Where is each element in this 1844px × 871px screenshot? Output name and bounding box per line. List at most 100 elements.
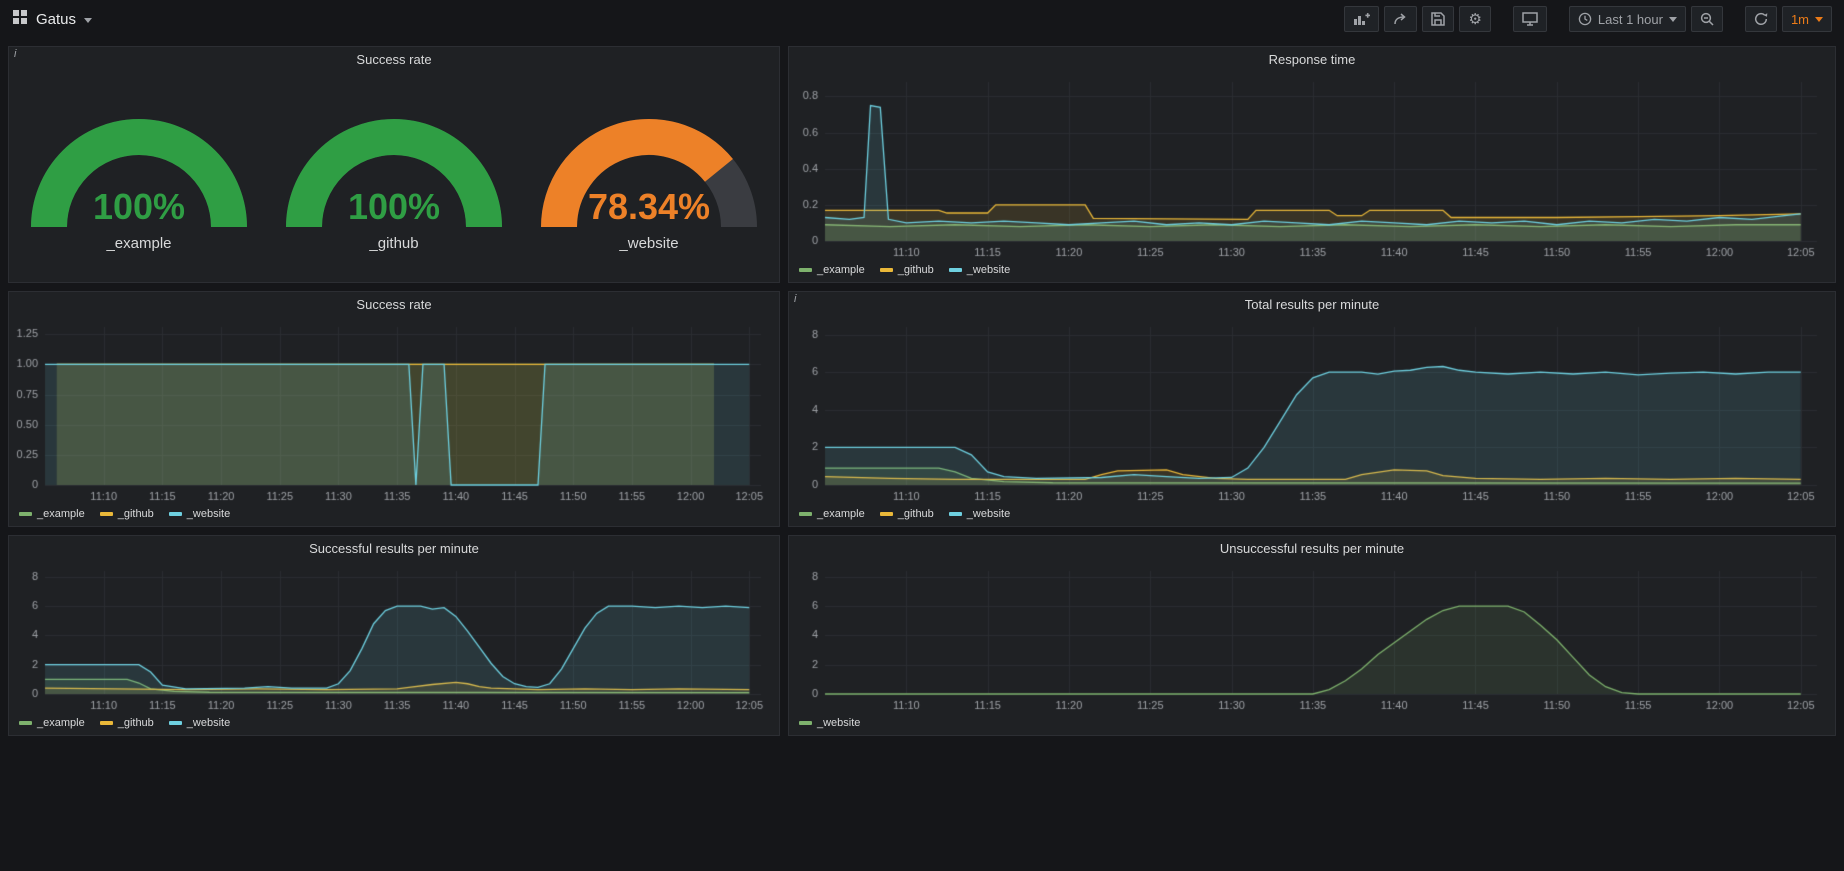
gauge-arc: 100%	[269, 99, 519, 230]
legend-series-icon	[799, 268, 812, 272]
legend-item-website[interactable]: _website	[169, 508, 230, 520]
settings-button[interactable]: ⚙	[1459, 6, 1490, 32]
info-corner-icon[interactable]: i	[14, 48, 16, 60]
legend-series-icon	[799, 721, 812, 725]
panel-title[interactable]: Successful results per minute	[9, 536, 779, 561]
legend-series-icon	[949, 268, 962, 272]
legend-series-label: _github	[118, 717, 154, 729]
time-range-picker[interactable]: Last 1 hour	[1569, 6, 1686, 32]
nav-left: Gatus	[12, 9, 92, 30]
share-button[interactable]	[1384, 6, 1417, 32]
legend-series-icon	[169, 512, 182, 516]
gauge-title: _example	[106, 235, 171, 252]
gauge-arc: 100%	[14, 99, 264, 230]
save-icon	[1431, 12, 1445, 26]
chart-area	[9, 317, 779, 507]
legend-item-example[interactable]: _example	[799, 508, 865, 520]
add-panel-button[interactable]	[1344, 6, 1379, 32]
legend: _example _github _website	[9, 507, 779, 526]
panel-response-time: Response time _example _github _website	[788, 46, 1836, 283]
refresh-interval-picker[interactable]: 1m	[1782, 6, 1832, 32]
legend-series-label: _website	[967, 508, 1010, 520]
legend-item-github[interactable]: _github	[880, 508, 934, 520]
panel-total-results: i Total results per minute _example _gith…	[788, 291, 1836, 527]
legend-item-example[interactable]: _example	[799, 264, 865, 276]
legend-series-label: _github	[898, 508, 934, 520]
legend-item-github[interactable]: _github	[880, 264, 934, 276]
chart-area	[789, 72, 1835, 263]
zoom-out-button[interactable]	[1691, 6, 1723, 32]
panel-title[interactable]: Unsuccessful results per minute	[789, 536, 1835, 561]
zoom-out-icon	[1700, 12, 1714, 26]
gauge-example: 100% _example	[14, 99, 264, 252]
legend-series-icon	[880, 268, 893, 272]
gauge-title: _github	[369, 235, 418, 252]
gear-icon: ⚙	[1468, 12, 1481, 27]
time-range-label: Last 1 hour	[1598, 12, 1663, 27]
chart-area	[789, 561, 1835, 716]
legend-series-label: _website	[187, 717, 230, 729]
response-time-chart[interactable]	[789, 72, 1835, 263]
legend-series-label: _example	[817, 264, 865, 276]
add-panel-icon	[1353, 12, 1370, 26]
legend-series-icon	[949, 512, 962, 516]
chart-area	[789, 317, 1835, 507]
legend-item-github[interactable]: _github	[100, 717, 154, 729]
monitor-icon	[1522, 12, 1538, 26]
chart-area	[9, 561, 779, 716]
gauge-arc: 78.34%	[524, 99, 774, 230]
panel-success-rate-gauges: i Success rate 100% _example 100% _github 78…	[8, 46, 780, 283]
successful-results-chart[interactable]	[9, 561, 779, 716]
dashboards-grid-icon[interactable]	[12, 9, 28, 30]
total-results-chart[interactable]	[789, 317, 1835, 507]
gauge-row: 100% _example 100% _github 78.34%_website	[9, 72, 779, 282]
legend: _website	[789, 716, 1835, 735]
panel-title[interactable]: Success rate	[9, 47, 779, 72]
legend-series-icon	[19, 512, 32, 516]
refresh-interval-label: 1m	[1791, 12, 1809, 27]
legend-series-icon	[169, 721, 182, 725]
legend-item-example[interactable]: _example	[19, 717, 85, 729]
clock-icon	[1578, 12, 1592, 26]
legend-series-label: _website	[817, 717, 860, 729]
unsuccessful-results-chart[interactable]	[789, 561, 1835, 716]
panel-title[interactable]: Success rate	[9, 292, 779, 317]
legend-item-github[interactable]: _github	[100, 508, 154, 520]
gauge-website: 78.34%_website	[524, 99, 774, 252]
success-rate-chart[interactable]	[9, 317, 779, 507]
legend-series-label: _website	[187, 508, 230, 520]
refresh-icon	[1754, 12, 1768, 26]
legend: _example _github _website	[789, 263, 1835, 282]
nav-actions: ⚙ Last 1 hour 1m	[1344, 6, 1832, 32]
panel-title[interactable]: Response time	[789, 47, 1835, 72]
chevron-down-icon	[1815, 17, 1823, 22]
gauge-value: 78.34%	[588, 186, 710, 227]
legend-series-icon	[880, 512, 893, 516]
legend-series-icon	[799, 512, 812, 516]
gauge-value: 100%	[93, 186, 185, 227]
dashboard-grid: i Success rate 100% _example 100% _github 78…	[0, 38, 1844, 744]
legend-item-website[interactable]: _website	[169, 717, 230, 729]
legend-series-label: _website	[967, 264, 1010, 276]
gauge-github: 100% _github	[269, 99, 519, 252]
info-corner-icon[interactable]: i	[794, 293, 796, 305]
save-button[interactable]	[1422, 6, 1454, 32]
panel-success-rate-graph: Success rate _example _github _website	[8, 291, 780, 527]
legend-item-website[interactable]: _website	[949, 508, 1010, 520]
legend: _example _github _website	[9, 716, 779, 735]
navbar: Gatus ⚙ Last 1 hour	[0, 0, 1844, 38]
legend-series-label: _example	[817, 508, 865, 520]
refresh-button[interactable]	[1745, 6, 1777, 32]
chevron-down-icon[interactable]	[84, 10, 92, 28]
legend-series-icon	[19, 721, 32, 725]
legend-item-website[interactable]: _website	[799, 717, 860, 729]
legend-series-icon	[100, 721, 113, 725]
legend-series-label: _example	[37, 717, 85, 729]
legend-item-example[interactable]: _example	[19, 508, 85, 520]
legend-series-label: _github	[118, 508, 154, 520]
dashboard-title[interactable]: Gatus	[36, 11, 76, 28]
cycle-view-button[interactable]	[1513, 6, 1547, 32]
legend-item-website[interactable]: _website	[949, 264, 1010, 276]
panel-title[interactable]: Total results per minute	[789, 292, 1835, 317]
gauge-value: 100%	[348, 186, 440, 227]
